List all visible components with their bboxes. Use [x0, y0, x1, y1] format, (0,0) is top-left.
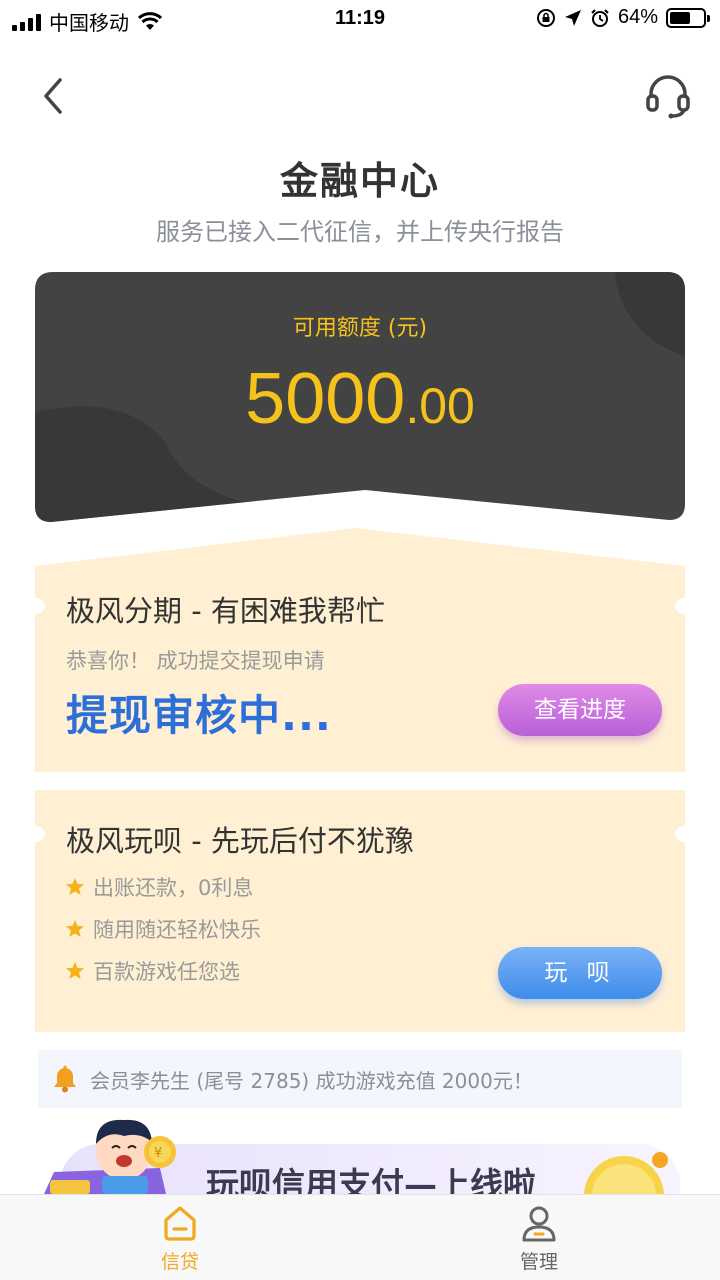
back-button[interactable] [34, 74, 74, 118]
feature-item: 出账还款，0利息 [65, 872, 253, 902]
coin-icon [584, 1152, 668, 1194]
customer-service-button[interactable] [644, 72, 692, 120]
credit-limit-card: 可用额度 (元) 5000.00 [35, 272, 685, 524]
tab-label: 信贷 [160, 1251, 199, 1273]
feature-item: 百款游戏任您选 [65, 956, 240, 986]
user-icon [522, 1206, 556, 1242]
battery-fill [670, 11, 691, 24]
ticket-top-edge [35, 528, 685, 570]
star-icon [66, 878, 84, 895]
credit-limit-label: 可用额度 (元) [292, 316, 428, 341]
battery-icon [666, 7, 710, 28]
credit-amount-decimal: .00 [405, 378, 475, 434]
withdraw-status: 提现审核中... [66, 691, 332, 740]
promo-banner[interactable]: ¥ 玩呗信用支付—上线啦 [40, 1114, 682, 1194]
alarm-icon [591, 8, 609, 27]
notice-text: 会员李先生 (尾号 2785) 成功游戏充值 2000元！ [90, 1068, 533, 1093]
headset-icon [646, 75, 690, 119]
ticket-notch [675, 598, 695, 614]
credit-amount-integer: 5000 [245, 359, 406, 439]
star-icon [66, 920, 84, 937]
play-button[interactable]: 玩 呗 [498, 947, 662, 999]
mascot-illustration: ¥ [44, 1119, 176, 1194]
rotation-lock-icon [536, 8, 555, 27]
play-later-title: 极风玩呗 - 先玩后付不犹豫 [66, 824, 414, 858]
feature-text: 百款游戏任您选 [93, 960, 240, 984]
page-title: 金融中心 [279, 159, 440, 203]
page-subtitle: 服务已接入二代征信，并上传央行报告 [156, 218, 564, 246]
feature-text: 出账还款，0利息 [93, 876, 254, 900]
feature-text: 随用随还轻松快乐 [93, 918, 261, 942]
bell-icon [54, 1065, 76, 1093]
location-icon [564, 9, 581, 26]
installment-message: 恭喜你！ 成功提交提现申请 [66, 649, 325, 673]
star-icon [66, 962, 84, 979]
chevron-left-icon [44, 78, 62, 114]
feature-item: 随用随还轻松快乐 [65, 914, 261, 944]
battery-percent: 64% [617, 6, 658, 28]
credit-limit-amount: 5000.00 [35, 358, 685, 440]
tab-credit[interactable]: 信贷 [120, 1203, 240, 1274]
banner-title: 玩呗信用支付—上线啦 [206, 1165, 536, 1194]
installment-title: 极风分期 - 有困难我帮忙 [66, 594, 385, 628]
tab-bar: 信贷 管理 [0, 1194, 720, 1280]
tab-manage[interactable]: 管理 [479, 1203, 599, 1274]
status-bar: 中国移动 11:19 64% [0, 0, 720, 40]
home-icon [164, 1206, 196, 1241]
view-progress-button[interactable]: 查看进度 [498, 684, 662, 736]
ticket-notch [25, 826, 45, 842]
notice-bar: 会员李先生 (尾号 2785) 成功游戏充值 2000元！ [38, 1050, 682, 1108]
status-bar-right: 64% [536, 6, 710, 29]
ticket-notch [675, 826, 695, 842]
installment-card: 极风分期 - 有困难我帮忙 恭喜你！ 成功提交提现申请 提现审核中... 查看进… [25, 568, 695, 772]
svg-text:¥: ¥ [154, 1146, 162, 1161]
tab-label: 管理 [519, 1251, 558, 1273]
ticket-notch [25, 598, 45, 614]
play-later-card: 极风玩呗 - 先玩后付不犹豫 出账还款，0利息 随用随还轻松快乐 百款游戏任您选… [25, 790, 695, 1032]
